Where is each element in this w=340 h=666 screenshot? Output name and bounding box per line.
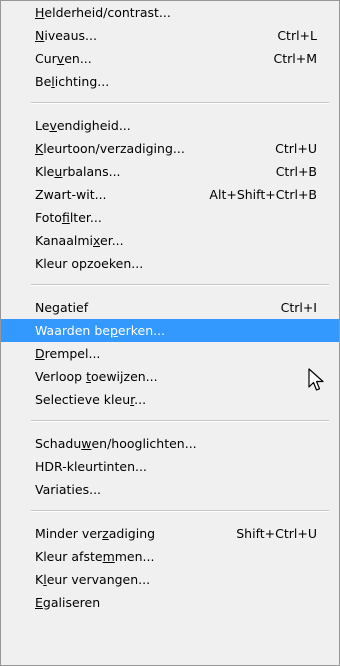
menu-item-shortcut: Ctrl+L (277, 28, 317, 43)
menu-item-label: Waarden beperken... (35, 323, 166, 338)
menu-item-label: Kleur opzoeken... (35, 256, 144, 271)
menu-group: Negatief Ctrl+I Waarden beperken... Drempel… (1, 296, 339, 411)
menu-item-label: Negatief (35, 300, 89, 315)
menu-item-verloop-toewijzen[interactable]: Verloop toewijzen... (1, 365, 339, 388)
menu-group: Helderheid/contrast... Niveaus... Ctrl+L Cu… (1, 1, 339, 93)
menu-item-kanaalmixer[interactable]: Kanaalmixer... (1, 229, 339, 252)
menu-item-zwart-wit[interactable]: Zwart-wit... Alt+Shift+Ctrl+B (1, 183, 339, 206)
menu-item-label: Levendigheid... (35, 118, 131, 133)
context-menu: Helderheid/contrast... Niveaus... Ctrl+L Cu… (0, 0, 340, 666)
menu-item-egaliseren[interactable]: Egaliseren (1, 591, 339, 614)
menu-item-shortcut: Shift+Ctrl+U (236, 526, 317, 541)
menu-item-helderheid-contrast[interactable]: Helderheid/contrast... (1, 1, 339, 24)
menu-separator (31, 510, 329, 512)
menu-item-kleurbalans[interactable]: Kleurbalans... Ctrl+B (1, 160, 339, 183)
menu-item-label: Verloop toewijzen... (35, 369, 158, 384)
menu-group: Schaduwen/hooglichten... HDR-kleurtinten.… (1, 432, 339, 501)
menu-item-hdr-kleurtinten[interactable]: HDR-kleurtinten... (1, 455, 339, 478)
menu-item-schaduwen-hooglichten[interactable]: Schaduwen/hooglichten... (1, 432, 339, 455)
menu-item-label: Niveaus... (35, 28, 97, 43)
menu-item-label: Variaties... (35, 482, 102, 497)
menu-item-drempel[interactable]: Drempel... (1, 342, 339, 365)
menu-item-minder-verzadiging[interactable]: Minder verzadiging Shift+Ctrl+U (1, 522, 339, 545)
menu-item-label: Drempel... (35, 346, 101, 361)
menu-item-selectieve-kleur[interactable]: Selectieve kleur... (1, 388, 339, 411)
menu-item-label: Curven... (35, 51, 92, 66)
menu-item-curven[interactable]: Curven... Ctrl+M (1, 47, 339, 70)
menu-item-shortcut: Alt+Shift+Ctrl+B (209, 187, 317, 202)
menu-item-levendigheid[interactable]: Levendigheid... (1, 114, 339, 137)
menu-item-fotofilter[interactable]: Fotofilter... (1, 206, 339, 229)
menu-group: Minder verzadiging Shift+Ctrl+U Kleur afst… (1, 522, 339, 614)
menu-item-label: Zwart-wit... (35, 187, 107, 202)
menu-item-negatief[interactable]: Negatief Ctrl+I (1, 296, 339, 319)
menu-item-label: Kanaalmixer... (35, 233, 124, 248)
menu-group: Levendigheid... Kleurtoon/verzadiging... C… (1, 114, 339, 275)
menu-item-kleur-vervangen[interactable]: Kleur vervangen... (1, 568, 339, 591)
menu-item-label: Kleurtoon/verzadiging... (35, 141, 185, 156)
menu-item-kleurtoon-verzadiging[interactable]: Kleurtoon/verzadiging... Ctrl+U (1, 137, 339, 160)
menu-item-shortcut: Ctrl+U (275, 141, 317, 156)
menu-item-label: Egaliseren (35, 595, 101, 610)
menu-item-label: Fotofilter... (35, 210, 102, 225)
menu-separator (31, 420, 329, 422)
menu-item-shortcut: Ctrl+I (280, 300, 317, 315)
menu-item-label: Belichting... (35, 74, 110, 89)
menu-item-shortcut: Ctrl+B (275, 164, 317, 179)
menu-item-shortcut: Ctrl+M (273, 51, 318, 66)
menu-item-niveaus[interactable]: Niveaus... Ctrl+L (1, 24, 339, 47)
menu-item-label: HDR-kleurtinten... (35, 459, 147, 474)
menu-item-label: Kleurbalans... (35, 164, 121, 179)
menu-item-label: Helderheid/contrast... (35, 5, 171, 20)
menu-item-belichting[interactable]: Belichting... (1, 70, 339, 93)
menu-item-label: Minder verzadiging (35, 526, 156, 541)
menu-item-label: Kleur afstemmen... (35, 549, 155, 564)
menu-separator (31, 284, 329, 286)
menu-item-variaties[interactable]: Variaties... (1, 478, 339, 501)
menu-item-waarden-beperken[interactable]: Waarden beperken... (1, 319, 339, 342)
menu-item-label: Kleur vervangen... (35, 572, 151, 587)
menu-separator (31, 102, 329, 104)
menu-item-label: Schaduwen/hooglichten... (35, 436, 197, 451)
menu-item-kleur-afstemmen[interactable]: Kleur afstemmen... (1, 545, 339, 568)
menu-item-label: Selectieve kleur... (35, 392, 147, 407)
menu-item-kleur-opzoeken[interactable]: Kleur opzoeken... (1, 252, 339, 275)
